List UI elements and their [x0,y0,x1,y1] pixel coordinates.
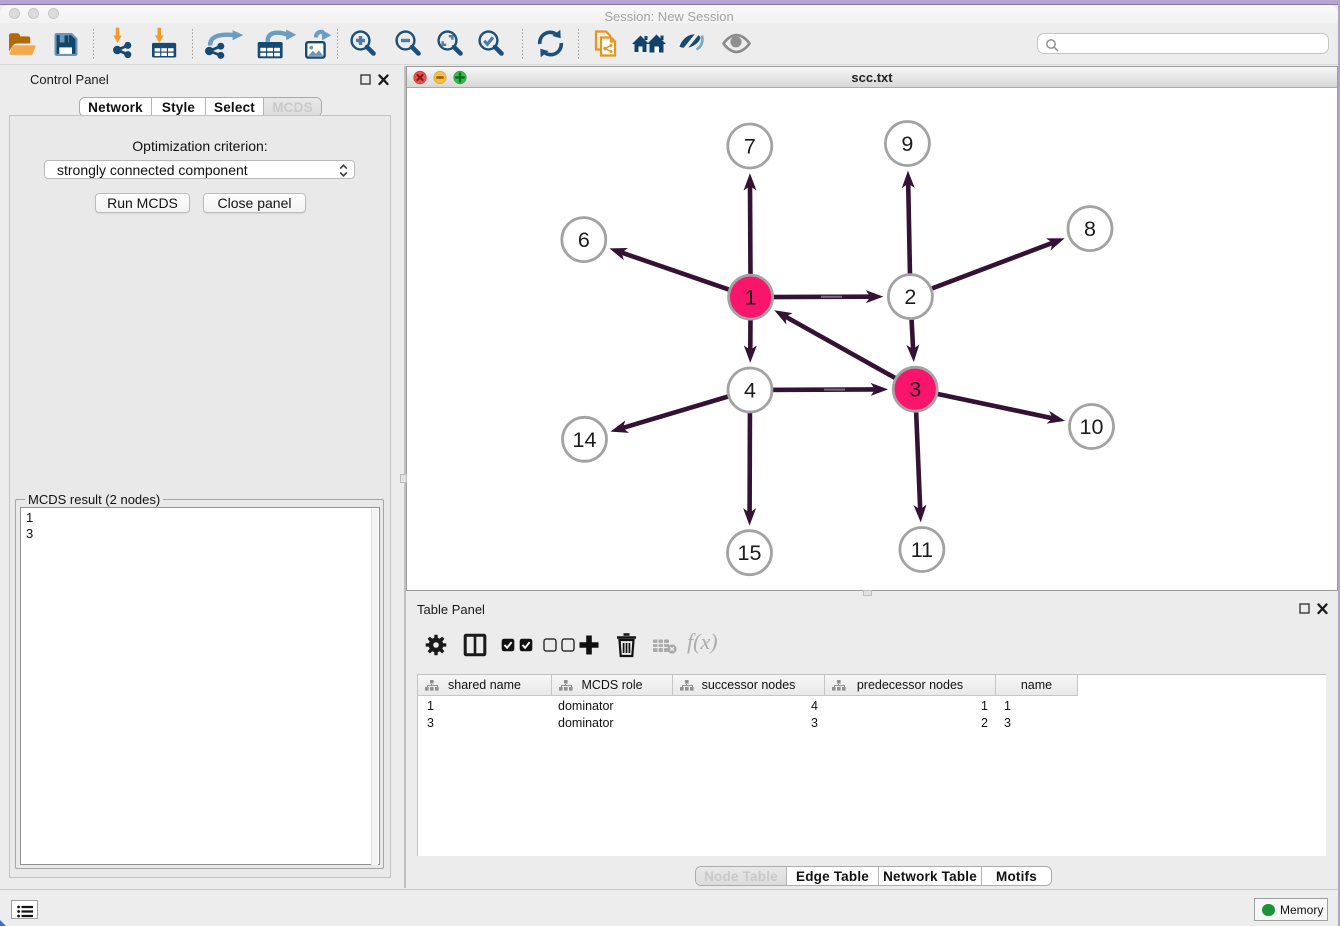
svg-text:11: 11 [911,538,933,562]
svg-text:8: 8 [1084,217,1096,241]
svg-text:10: 10 [1080,415,1104,439]
svg-text:6: 6 [578,228,590,252]
svg-text:3: 3 [909,378,921,402]
svg-text:7: 7 [744,135,756,159]
svg-text:14: 14 [573,428,597,452]
svg-text:1: 1 [745,286,757,310]
svg-text:9: 9 [901,132,913,156]
svg-text:15: 15 [738,541,762,565]
svg-text:2: 2 [904,285,916,309]
svg-text:4: 4 [744,379,756,403]
